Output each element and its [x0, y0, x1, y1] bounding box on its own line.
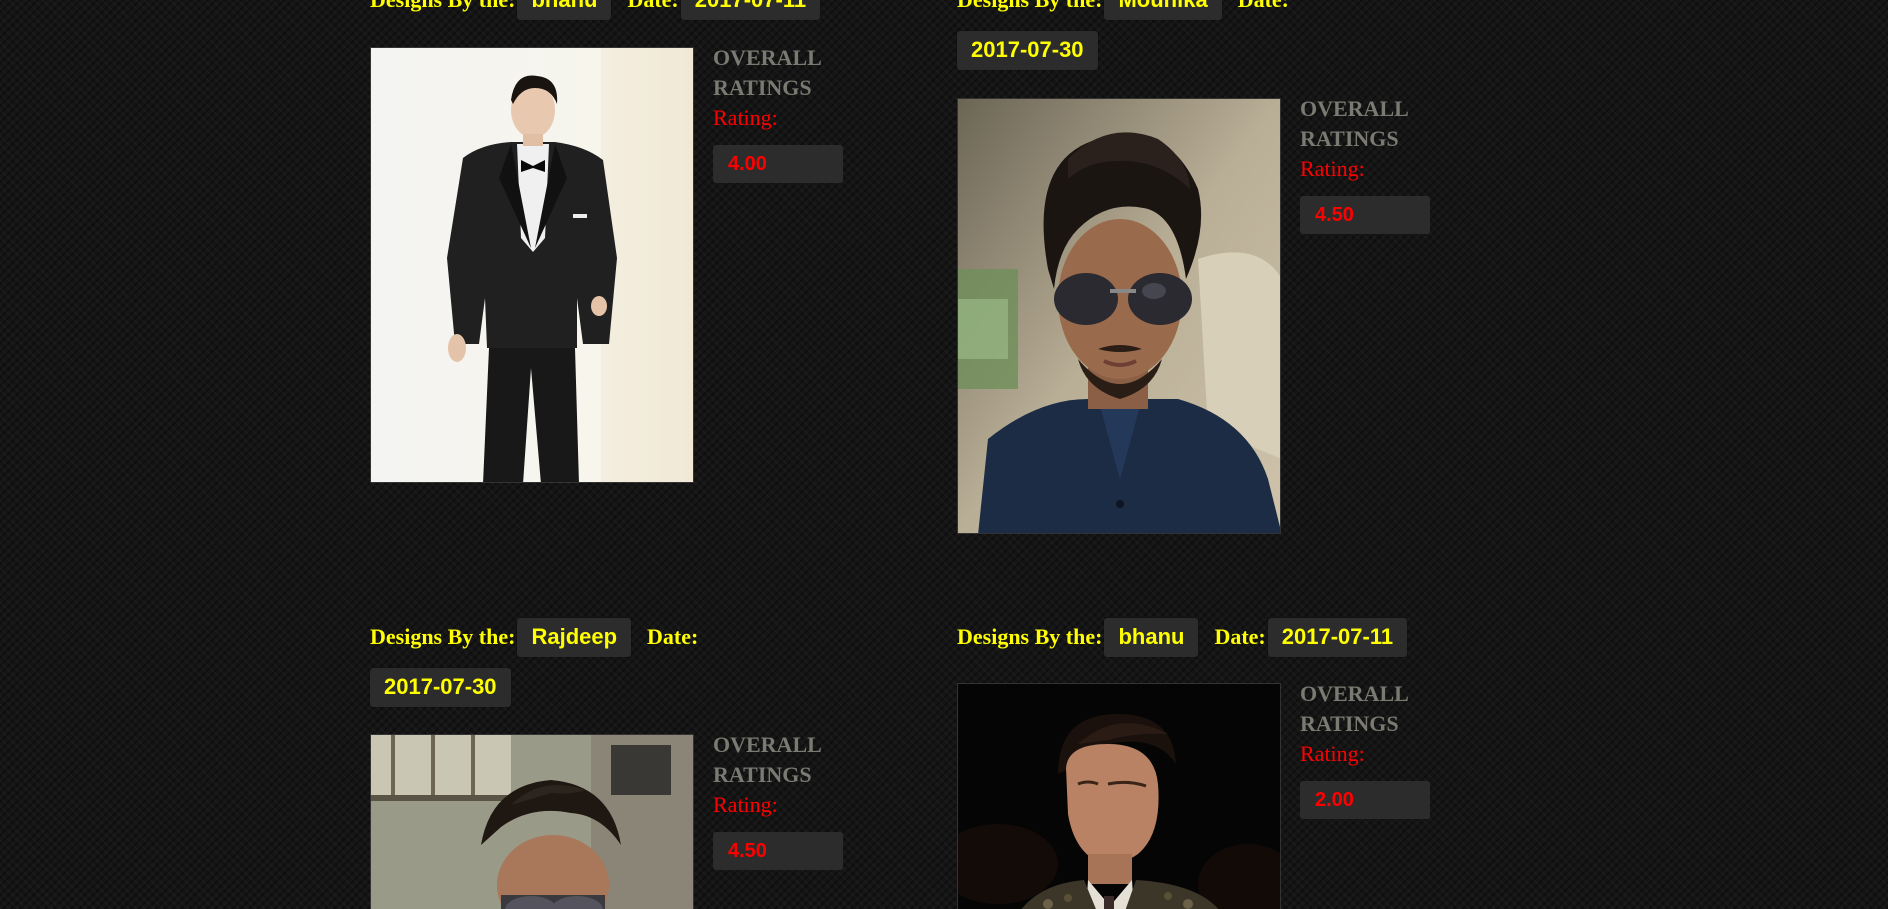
design-card: Designs By the: bhanu Date: 2017-07-11	[957, 617, 1517, 909]
blazer-model-image	[958, 684, 1280, 909]
date-label: Date:	[1214, 624, 1266, 649]
design-card: Designs By the: Mounika Date: 2017-07-30	[957, 0, 1517, 540]
designs-by-label: Designs By the:	[370, 0, 515, 13]
hair-styled-man-image	[371, 735, 693, 909]
designs-by-label: Designs By the:	[957, 0, 1102, 13]
overall-ratings-heading: OVERALL RATINGS	[1300, 681, 1408, 736]
card-header: Designs By the: Rajdeep Date:	[370, 617, 698, 657]
design-card: Designs By the: bhanu Date: 2017-07-11	[370, 0, 930, 500]
designer-name-chip[interactable]: Mounika	[1104, 0, 1222, 20]
designer-name-chip[interactable]: bhanu	[517, 0, 612, 20]
sunglasses-man-image	[958, 99, 1280, 533]
card-header: Designs By the: Mounika Date:	[957, 0, 1289, 20]
design-photo-rajdeep[interactable]	[370, 734, 694, 909]
rating-block: OVERALL RATINGS Rating: 4.50	[713, 730, 893, 870]
rating-label: Rating:	[713, 792, 778, 817]
date-row: 2017-07-30	[370, 668, 511, 707]
tuxedo-model-image	[371, 48, 693, 482]
designs-by-label: Designs By the:	[957, 624, 1103, 649]
date-chip: 2017-07-30	[957, 31, 1098, 70]
card-header: Designs By the: bhanu Date: 2017-07-11	[957, 617, 1408, 657]
overall-ratings-heading: OVERALL RATINGS	[713, 45, 821, 100]
date-label: Date:	[627, 0, 678, 13]
date-chip: 2017-07-11	[680, 0, 821, 20]
overall-ratings-heading: OVERALL RATINGS	[713, 732, 821, 787]
rating-label: Rating:	[713, 105, 778, 130]
date-label: Date:	[647, 624, 699, 649]
rating-value: 4.50	[1300, 196, 1430, 234]
designer-name-chip[interactable]: bhanu	[1104, 617, 1199, 657]
rating-label: Rating:	[1300, 741, 1365, 766]
design-photo-selfie[interactable]	[957, 98, 1281, 534]
date-label: Date:	[1238, 0, 1289, 13]
rating-value: 4.00	[713, 145, 843, 183]
design-card: Designs By the: Rajdeep Date: 2017-07-30	[370, 617, 930, 909]
date-row: 2017-07-30	[957, 31, 1098, 70]
rating-block: OVERALL RATINGS Rating: 2.00	[1300, 679, 1480, 819]
rating-label: Rating:	[1300, 156, 1365, 181]
rating-block: OVERALL RATINGS Rating: 4.00	[713, 43, 893, 183]
designs-by-label: Designs By the:	[370, 624, 516, 649]
rating-value: 2.00	[1300, 781, 1430, 819]
designer-name-chip[interactable]: Rajdeep	[517, 617, 632, 657]
date-chip: 2017-07-11	[1267, 617, 1408, 657]
rating-value: 4.50	[713, 832, 843, 870]
date-chip: 2017-07-30	[370, 668, 511, 707]
design-photo-blazer[interactable]	[957, 683, 1281, 909]
design-photo-tuxedo[interactable]	[370, 47, 694, 483]
rating-block: OVERALL RATINGS Rating: 4.50	[1300, 94, 1480, 234]
overall-ratings-heading: OVERALL RATINGS	[1300, 96, 1408, 151]
card-header: Designs By the: bhanu Date: 2017-07-11	[370, 0, 821, 20]
